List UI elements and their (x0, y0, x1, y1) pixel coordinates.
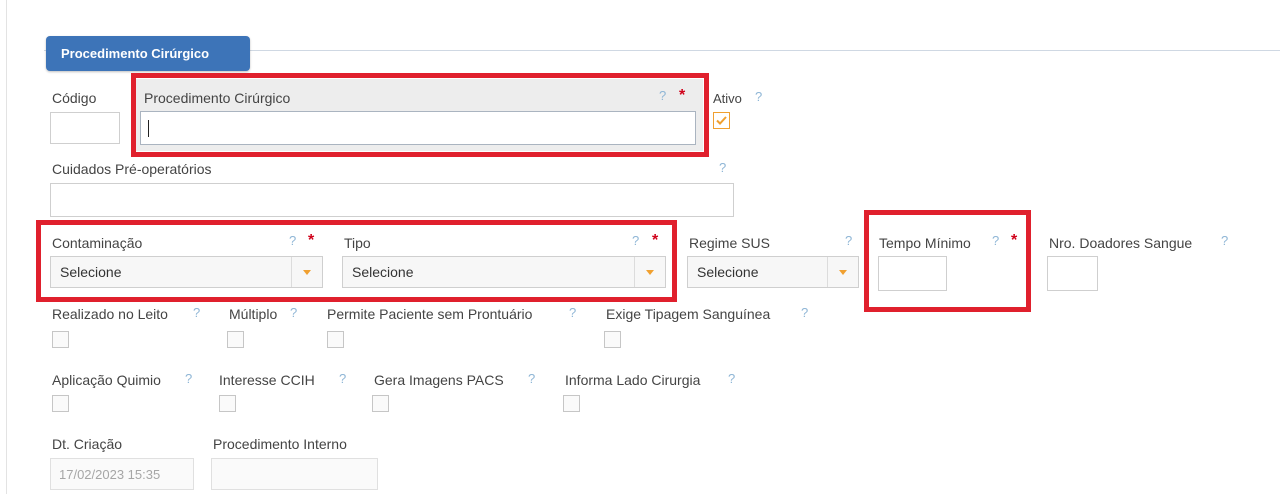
informa-label: Informa Lado Cirurgia (565, 372, 701, 388)
realizado-help-icon[interactable]: ? (193, 305, 200, 320)
ativo-label: Ativo (713, 91, 742, 106)
ativo-help-icon[interactable]: ? (755, 89, 762, 104)
exige-label: Exige Tipagem Sanguínea (606, 306, 771, 322)
interesse-label: Interesse CCIH (219, 372, 315, 388)
cuidados-help-icon[interactable]: ? (719, 160, 726, 175)
interesse-help-icon[interactable]: ? (339, 371, 346, 386)
highlight-tempo (864, 210, 1031, 312)
chevron-down-icon[interactable] (827, 257, 858, 287)
highlight-contaminacao-tipo (36, 220, 677, 302)
regime-help-icon[interactable]: ? (845, 233, 852, 248)
ativo-checkbox[interactable] (713, 112, 730, 129)
regime-label: Regime SUS (689, 235, 770, 251)
gera-label: Gera Imagens PACS (374, 372, 504, 388)
multiplo-help-icon[interactable]: ? (290, 305, 297, 320)
codigo-input[interactable] (50, 112, 120, 144)
aplicacao-checkbox[interactable] (52, 395, 69, 412)
exige-checkbox[interactable] (604, 331, 621, 348)
doadores-help-icon[interactable]: ? (1221, 233, 1228, 248)
aplicacao-help-icon[interactable]: ? (185, 371, 192, 386)
dtcriacao-value: 17/02/2023 15:35 (59, 467, 161, 482)
left-border (6, 0, 7, 494)
dtcriacao-label: Dt. Criação (52, 436, 123, 452)
doadores-label: Nro. Doadores Sangue (1049, 235, 1193, 251)
permite-help-icon[interactable]: ? (569, 305, 576, 320)
exige-help-icon[interactable]: ? (801, 305, 808, 320)
permite-label: Permite Paciente sem Prontuário (327, 306, 533, 322)
realizado-label: Realizado no Leito (52, 306, 168, 322)
panel-title: Procedimento Cirúrgico (61, 46, 210, 61)
realizado-checkbox[interactable] (52, 331, 69, 348)
dtcriacao-input: 17/02/2023 15:35 (50, 458, 194, 490)
informa-help-icon[interactable]: ? (728, 371, 735, 386)
check-icon (716, 116, 727, 125)
multiplo-checkbox[interactable] (227, 331, 244, 348)
gera-help-icon[interactable]: ? (528, 371, 535, 386)
codigo-label: Código (52, 90, 97, 106)
interno-label: Procedimento Interno (213, 436, 347, 452)
regime-value: Selecione (697, 264, 759, 280)
highlight-procedimento (131, 73, 709, 157)
interno-input[interactable] (211, 458, 378, 490)
interesse-checkbox[interactable] (219, 395, 236, 412)
multiplo-label: Múltiplo (229, 306, 278, 322)
regime-select[interactable]: Selecione (687, 256, 859, 288)
informa-checkbox[interactable] (563, 395, 580, 412)
aplicacao-label: Aplicação Quimio (52, 372, 161, 388)
doadores-input[interactable] (1047, 256, 1098, 291)
cuidados-input[interactable] (50, 183, 734, 217)
gera-checkbox[interactable] (372, 395, 389, 412)
panel-tab: Procedimento Cirúrgico (46, 36, 250, 71)
permite-checkbox[interactable] (327, 331, 344, 348)
cuidados-label: Cuidados Pré-operatórios (52, 161, 212, 177)
